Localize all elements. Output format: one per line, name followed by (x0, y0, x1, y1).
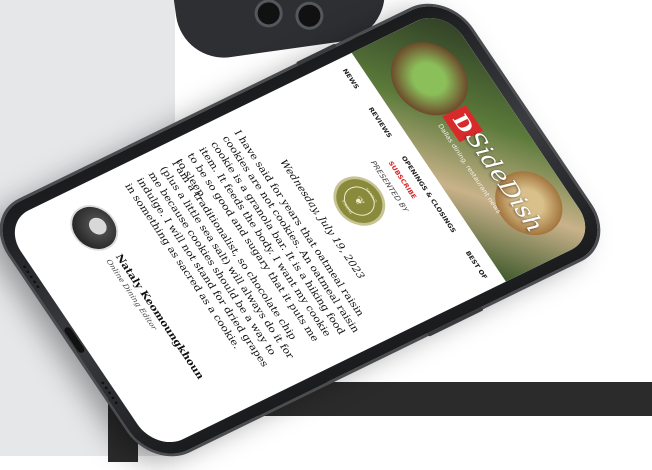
camera-lens-icon (293, 0, 326, 32)
author-role: Online Dining Editor (104, 258, 159, 332)
avatar[interactable] (60, 197, 128, 259)
sprig-icon: ❦ (351, 194, 368, 208)
camera-lens-icon (252, 0, 285, 30)
